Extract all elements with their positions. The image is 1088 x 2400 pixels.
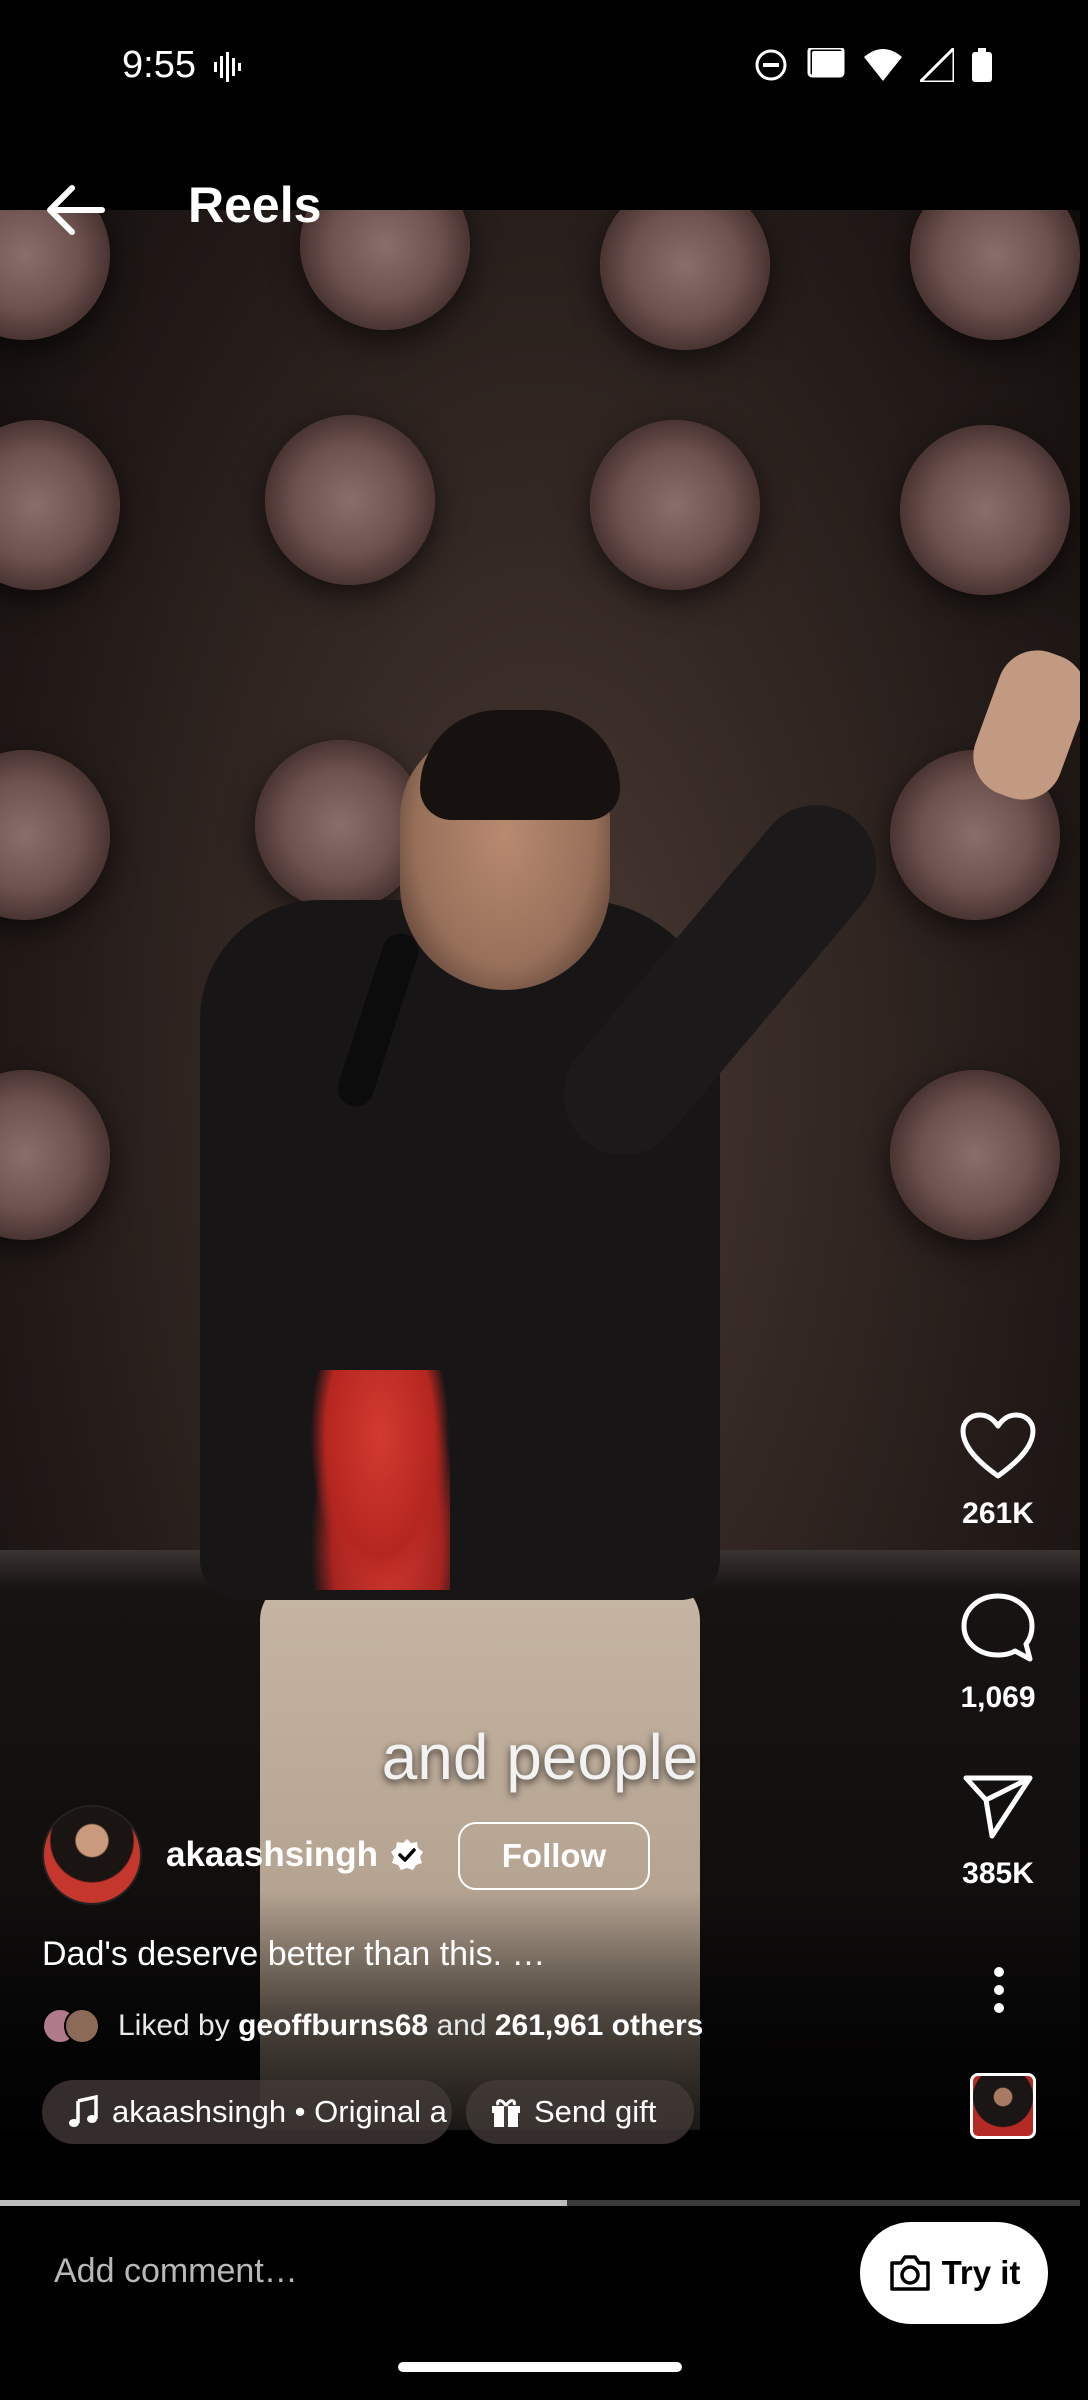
signal-icon xyxy=(920,48,954,82)
avatar[interactable] xyxy=(42,1805,142,1905)
video-progress-fill xyxy=(0,2200,567,2206)
audio-label: akaashsingh • Original a xyxy=(112,2094,447,2129)
share-count: 385K xyxy=(962,1857,1034,1890)
cast-icon xyxy=(806,48,845,82)
stage-light xyxy=(890,1070,1060,1240)
gift-icon xyxy=(492,2099,520,2127)
comment-button[interactable]: 1,069 xyxy=(908,1592,1088,1715)
status-time: 9:55 xyxy=(122,44,196,86)
stage-light xyxy=(265,415,435,585)
heart-icon[interactable] xyxy=(960,1412,1036,1480)
stage-light xyxy=(0,420,120,590)
liked-others[interactable]: 261,961 others xyxy=(495,2009,703,2043)
follow-button[interactable]: Follow xyxy=(458,1822,650,1890)
battery-icon xyxy=(972,48,992,82)
page-title: Reels xyxy=(188,177,322,233)
original-audio-chip[interactable]: akaashsingh • Original a xyxy=(42,2080,452,2144)
music-note-icon xyxy=(69,2095,98,2127)
send-gift-button[interactable]: Send gift xyxy=(466,2080,694,2144)
verified-badge-icon xyxy=(391,1839,424,1870)
video-progress-bar[interactable] xyxy=(0,2200,1080,2206)
voice-wave-icon xyxy=(214,52,241,82)
username[interactable]: akaashsingh xyxy=(166,1835,378,1875)
liked-and: and xyxy=(436,2009,487,2042)
more-vertical-icon[interactable] xyxy=(984,1966,1014,2016)
liker-avatars xyxy=(42,2008,102,2044)
gift-label: Send gift xyxy=(534,2094,657,2129)
add-comment-input[interactable]: Add comment… xyxy=(54,2252,298,2291)
status-bar: 9:55 xyxy=(0,0,1088,140)
arrow-left-icon[interactable] xyxy=(40,180,110,240)
author-row: akaashsingh xyxy=(42,1805,424,1905)
stage-light xyxy=(0,1070,110,1240)
wifi-icon xyxy=(864,49,902,81)
home-indicator[interactable] xyxy=(398,2362,682,2372)
audio-thumbnail[interactable] xyxy=(970,2073,1036,2139)
liked-by[interactable]: Liked by geoffburns68 and 261,961 others xyxy=(42,2008,703,2044)
liker-avatar xyxy=(64,2008,100,2044)
status-icons xyxy=(754,48,992,82)
send-icon[interactable] xyxy=(962,1774,1034,1840)
liked-user[interactable]: geoffburns68 xyxy=(238,2009,428,2043)
do-not-disturb-icon xyxy=(755,49,787,81)
try-it-label: Try it xyxy=(941,2254,1021,2291)
top-bar: Reels xyxy=(0,170,1088,250)
stage-light xyxy=(900,425,1070,595)
liked-prefix: Liked by xyxy=(118,2009,230,2042)
comment-count: 1,069 xyxy=(960,1681,1036,1714)
reels-screen: 9:55 and people Reels 261K 1,069 385K ak… xyxy=(0,0,1088,2400)
stage-light xyxy=(590,420,760,590)
like-count: 261K xyxy=(962,1497,1034,1530)
comment-bubble-icon[interactable] xyxy=(960,1592,1036,1664)
stage-light xyxy=(0,750,110,920)
post-description[interactable]: Dad's deserve better than this. … xyxy=(42,1935,546,1974)
like-button[interactable]: 261K xyxy=(908,1412,1088,1531)
try-it-button[interactable]: Try it xyxy=(860,2222,1048,2324)
camera-icon xyxy=(889,2255,930,2291)
share-button[interactable]: 385K xyxy=(908,1774,1088,1891)
comedian-hair xyxy=(420,710,620,820)
tiger-embroidery xyxy=(310,1370,450,1590)
